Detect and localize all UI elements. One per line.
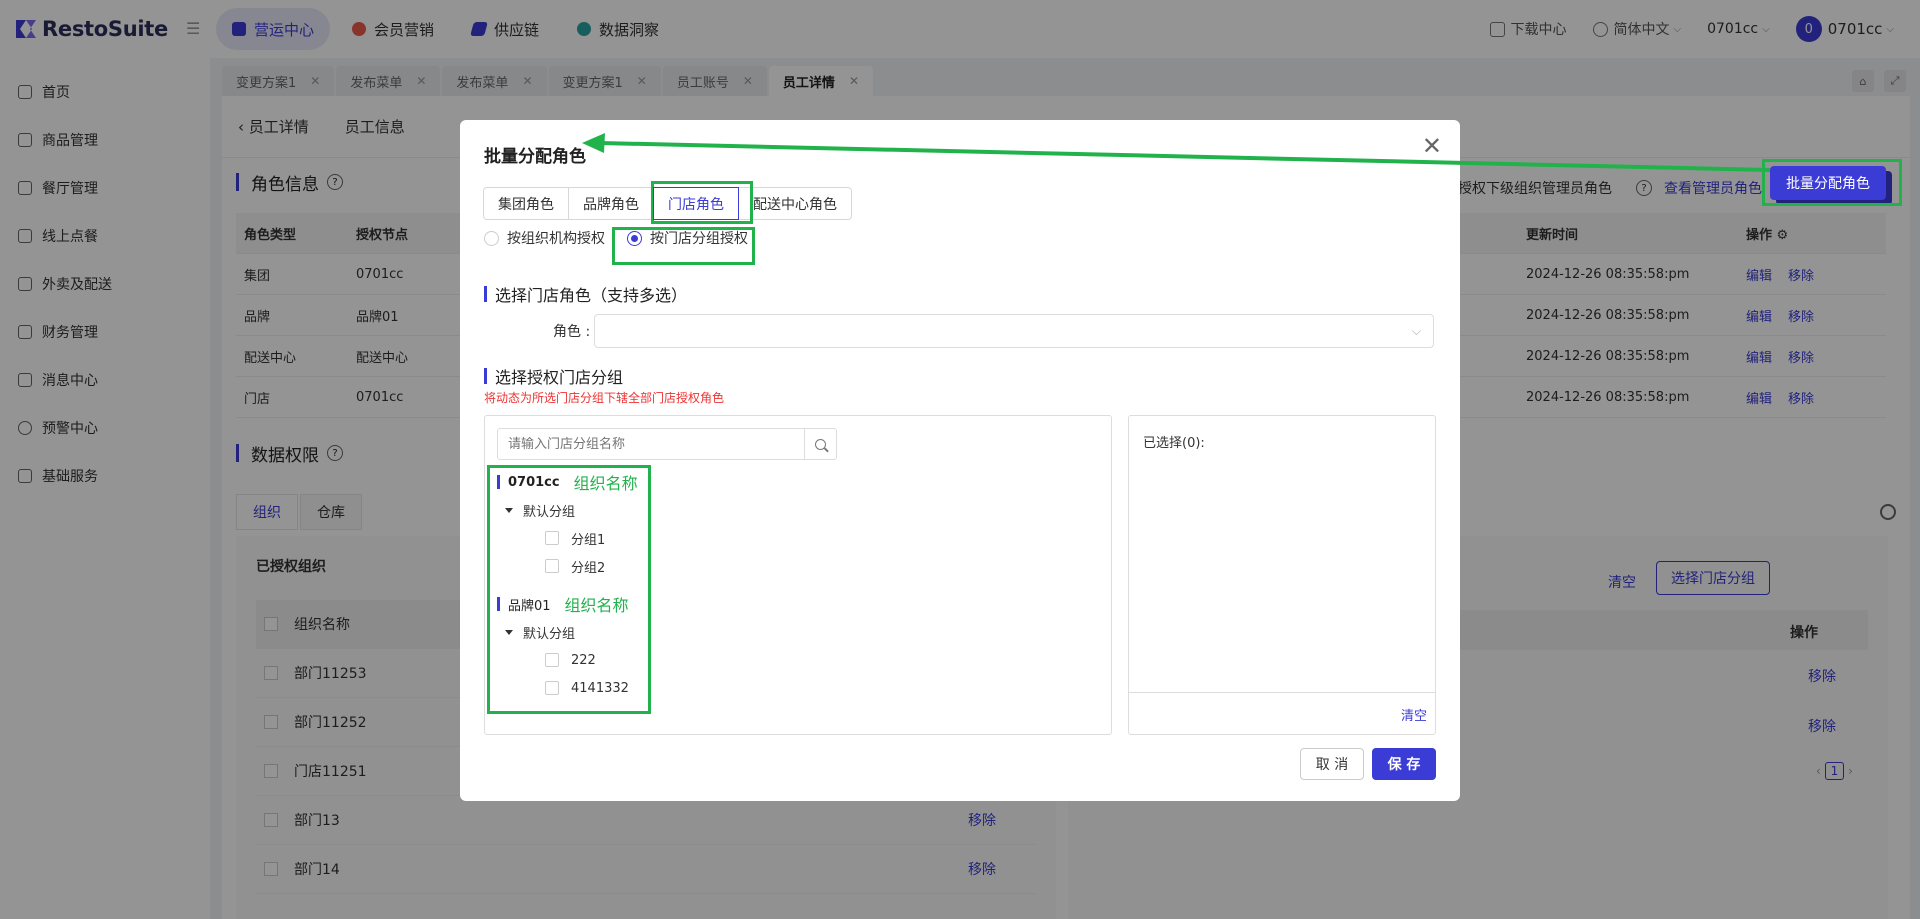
store-group-search <box>497 428 837 460</box>
role-field-label: 角色 : <box>553 324 591 340</box>
tab-brand-role[interactable]: 品牌角色 <box>568 187 654 220</box>
clear-selected-link[interactable]: 清空 <box>1401 705 1427 724</box>
selected-footer: 清空 <box>1129 692 1435 734</box>
role-select[interactable]: ⌵ <box>594 314 1434 348</box>
role-type-tabs: 集团角色 品牌角色 门店角色 配送中心角色 <box>483 187 852 220</box>
radio-by-org[interactable]: 按组织机构授权 <box>484 228 605 248</box>
selected-panel: 已选择(0): 清空 <box>1128 415 1436 735</box>
selected-count: 已选择(0): <box>1143 436 1205 451</box>
search-icon <box>815 438 826 450</box>
cancel-button[interactable]: 取 消 <box>1300 748 1364 780</box>
tab-distribution-center-role[interactable]: 配送中心角色 <box>738 187 852 220</box>
tab-store-role[interactable]: 门店角色 <box>653 187 739 220</box>
dialog-title: 批量分配角色 <box>484 147 586 167</box>
search-button[interactable] <box>804 429 836 459</box>
annotation-box-store-group-radio <box>612 227 755 265</box>
store-group-hint: 将动态为所选门店分组下辖全部门店授权角色 <box>484 391 725 405</box>
annotation-box-batch-button <box>1762 159 1902 206</box>
radio-circle <box>484 230 499 246</box>
radio-label: 按组织机构授权 <box>507 231 605 247</box>
store-group-search-input[interactable] <box>498 429 804 459</box>
select-store-role-title: 选择门店角色（支持多选） <box>484 286 687 305</box>
tab-group-role[interactable]: 集团角色 <box>483 187 569 220</box>
annotation-box-tree <box>487 465 651 714</box>
save-button[interactable]: 保 存 <box>1372 748 1436 780</box>
select-store-group-title: 选择授权门店分组 <box>484 368 623 387</box>
close-icon[interactable]: ✕ <box>1422 134 1442 158</box>
chevron-down-icon: ⌵ <box>1411 324 1421 338</box>
